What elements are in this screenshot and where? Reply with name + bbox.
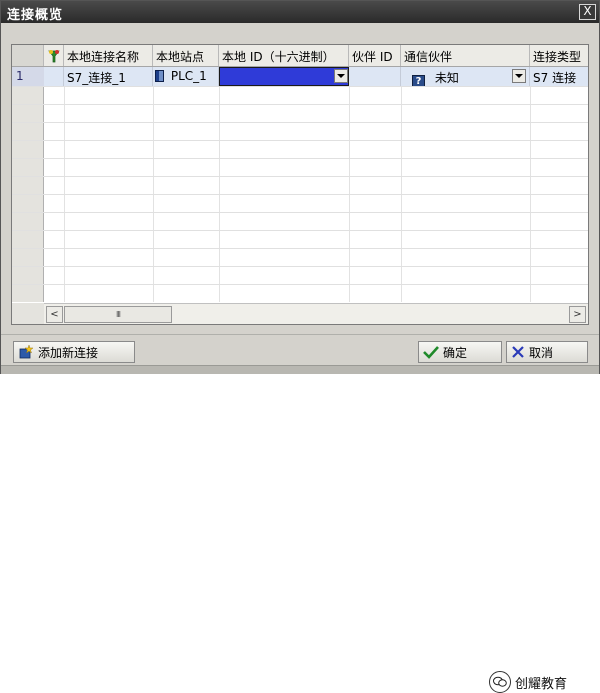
cross-icon (512, 346, 524, 358)
row-status-cell[interactable] (44, 67, 64, 86)
local-id-hex-input[interactable] (219, 67, 349, 86)
wechat-icon (489, 671, 511, 693)
local-station-cell[interactable]: PLC_1 (153, 67, 219, 86)
grid-row-line (12, 248, 588, 249)
chevron-down-icon (337, 74, 345, 78)
watermark: 创耀教育 (489, 671, 567, 693)
scroll-corner (12, 303, 44, 324)
grid-row-line (12, 194, 588, 195)
connection-status-icon (47, 49, 60, 62)
grid-row-line (12, 158, 588, 159)
header-status-column[interactable] (44, 45, 64, 66)
row-number[interactable]: 1 (12, 67, 44, 86)
grid-row-line (12, 230, 588, 231)
ok-label: 确定 (443, 345, 468, 360)
unknown-partner-icon: ? (412, 75, 425, 86)
cancel-button[interactable]: 取消 (506, 341, 588, 363)
horizontal-scrollbar[interactable]: < III > (44, 303, 588, 324)
chevron-down-icon (515, 74, 523, 78)
header-corner[interactable] (12, 45, 44, 66)
header-connection-type[interactable]: 连接类型 (530, 45, 588, 66)
grid-row-line (12, 284, 588, 285)
connections-table: 本地连接名称 本地站点 本地 ID（十六进制） 伙伴 ID 通信伙伴 连接类型 … (11, 44, 589, 325)
checkmark-icon (423, 346, 439, 359)
add-new-connection-button[interactable]: 添加新连接 (13, 341, 135, 363)
comm-partner-cell[interactable]: ? 未知 (401, 67, 530, 86)
cancel-label: 取消 (529, 345, 554, 360)
connection-type-cell[interactable]: S7 连接 (530, 67, 588, 86)
grid-row-line (12, 140, 588, 141)
partner-id-cell[interactable] (349, 67, 401, 86)
grid-row-line (12, 122, 588, 123)
local-station-label: PLC_1 (170, 69, 207, 83)
local-connection-name-cell[interactable]: S7_连接_1 (64, 67, 153, 86)
dialog-footer: 添加新连接 确定 取消 创耀教育 (1, 334, 599, 693)
bottom-edge (1, 365, 599, 374)
grid-row-line (12, 266, 588, 267)
table-row[interactable]: 1 S7_连接_1 PLC_1 ? 未知 S7 连接 (12, 67, 588, 86)
header-partner-id[interactable]: 伙伴 ID (349, 45, 401, 66)
plc-device-icon (155, 70, 164, 82)
header-local-connection-name[interactable]: 本地连接名称 (64, 45, 153, 66)
grid-row-line (12, 176, 588, 177)
comm-partner-label: 未知 (434, 71, 459, 85)
grid-row-line (12, 86, 588, 87)
ok-button[interactable]: 确定 (418, 341, 502, 363)
table-header: 本地连接名称 本地站点 本地 ID（十六进制） 伙伴 ID 通信伙伴 连接类型 (12, 45, 588, 67)
header-local-station[interactable]: 本地站点 (153, 45, 219, 66)
title-bar: 连接概览 X (1, 1, 599, 23)
header-comm-partner[interactable]: 通信伙伴 (401, 45, 530, 66)
comm-partner-dropdown-button[interactable] (512, 69, 526, 83)
header-local-id-hex[interactable]: 本地 ID（十六进制） (219, 45, 349, 66)
scroll-left-button[interactable]: < (46, 306, 63, 323)
connection-overview-dialog: 连接概览 X 本地连接名称 本地站点 本地 ID（十六进制） 伙伴 ID 通信伙… (0, 0, 600, 693)
scroll-right-button[interactable]: > (569, 306, 586, 323)
scroll-thumb[interactable]: III (64, 306, 172, 323)
watermark-text: 创耀教育 (515, 676, 568, 692)
grid-row-line (12, 104, 588, 105)
add-connection-label: 添加新连接 (38, 345, 99, 360)
add-connection-icon (19, 344, 34, 359)
grid-row-line (12, 212, 588, 213)
local-id-dropdown-button[interactable] (334, 69, 348, 83)
window-title: 连接概览 (7, 8, 64, 23)
close-button[interactable]: X (579, 4, 596, 20)
